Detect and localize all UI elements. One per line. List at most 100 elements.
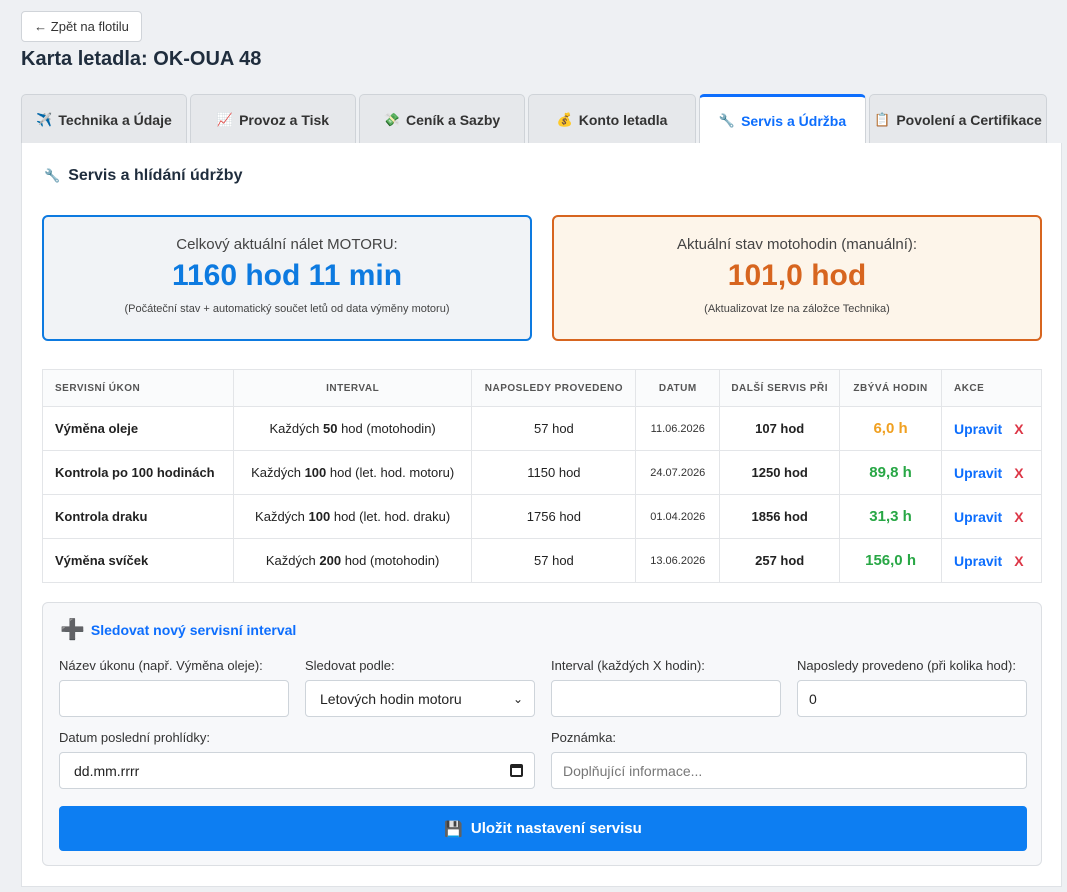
service-interval: Každých 50 hod (motohodin) <box>232 406 473 451</box>
service-remaining: 156,0 h <box>839 538 942 583</box>
table-row: Výměna oleje Každých 50 hod (motohodin) … <box>42 406 1043 451</box>
service-remaining: 6,0 h <box>839 406 942 451</box>
service-remaining: 89,8 h <box>839 450 942 495</box>
column-header: Interval <box>232 369 473 407</box>
servis-panel: 🔧 Servis a hlídání údržby Celkový aktuál… <box>21 143 1062 887</box>
name-field[interactable] <box>59 680 289 717</box>
delete-link[interactable]: X <box>1014 509 1023 525</box>
tab-provoz[interactable]: 📈 Provoz a Tisk <box>190 94 356 144</box>
back-to-fleet-button[interactable]: ← Zpět na flotilu <box>21 11 142 42</box>
service-name: Kontrola draku <box>42 494 234 539</box>
motohours-label: Aktuální stav motohodin (manuální): <box>676 236 918 253</box>
date-label: Datum poslední prohlídky: <box>59 730 211 745</box>
service-last: 57 hod <box>471 538 637 583</box>
tab-servis[interactable]: 🔧 Servis a Údržba <box>699 94 866 145</box>
service-next: 1856 hod <box>719 494 841 539</box>
money-icon: 💸 <box>383 111 401 127</box>
edit-link[interactable]: Upravit <box>954 553 1002 569</box>
tab-label: Provoz a Tisk <box>239 111 330 128</box>
note-label: Poznámka: <box>551 730 617 745</box>
name-label: Název úkonu (např. Výměna oleje): <box>59 658 263 673</box>
delete-link[interactable]: X <box>1014 421 1023 437</box>
service-name: Výměna oleje <box>42 406 234 451</box>
service-interval: Každých 100 hod (let. hod. draku) <box>232 494 473 539</box>
table-row: Kontrola po 100 hodinách Každých 100 hod… <box>42 450 1043 495</box>
tab-label: Konto letadla <box>578 111 668 128</box>
table-header-row: Servisní úkon Interval Naposledy provede… <box>42 369 1043 407</box>
service-interval: Každých 200 hod (motohodin) <box>232 538 473 583</box>
tab-label: Ceník a Sazby <box>406 111 501 128</box>
tab-technika[interactable]: ✈️ Technika a Údaje <box>21 94 187 144</box>
tab-bar: ✈️ Technika a Údaje 📈 Provoz a Tisk 💸 Ce… <box>21 94 1062 145</box>
table-row: Kontrola draku Každých 100 hod (let. hod… <box>42 494 1043 539</box>
page-title: Karta letadla: OK-OUA 48 <box>21 48 262 70</box>
section-title-text: Servis a hlídání údržby <box>68 167 243 184</box>
column-header: Zbývá hodin <box>839 369 942 407</box>
motohours-note: (Aktualizovat lze na záložce Technika) <box>704 303 890 315</box>
service-next: 107 hod <box>719 406 841 451</box>
service-name: Výměna svíček <box>42 538 234 583</box>
tab-label: Technika a Údaje <box>58 111 172 128</box>
service-date: 13.06.2026 <box>635 538 721 583</box>
interval-label: Interval (každých X hodin): <box>551 658 705 673</box>
service-last: 1150 hod <box>471 450 637 495</box>
tab-label: Povolení a Certifikace <box>896 111 1042 128</box>
new-interval-form: ➕ Sledovat nový servisní interval Název … <box>42 602 1042 866</box>
chart-icon: 📈 <box>216 111 234 127</box>
service-interval: Každých 100 hod (let. hod. motoru) <box>232 450 473 495</box>
edit-link[interactable]: Upravit <box>954 421 1002 437</box>
service-last: 57 hod <box>471 406 637 451</box>
service-actions: Upravit X <box>940 494 1043 539</box>
service-remaining: 31,3 h <box>839 494 942 539</box>
track-label: Sledovat podle: <box>305 658 395 673</box>
floppy-disk-icon: 💾 <box>444 820 463 838</box>
service-next: 257 hod <box>719 538 841 583</box>
service-last: 1756 hod <box>471 494 637 539</box>
engine-hours-note: (Počáteční stav + automatický součet let… <box>124 303 450 315</box>
column-header: Datum <box>635 369 721 407</box>
money-bag-icon: 💰 <box>556 111 573 127</box>
tab-konto[interactable]: 💰 Konto letadla <box>528 94 696 144</box>
service-actions: Upravit X <box>940 450 1043 495</box>
tab-povoleni[interactable]: 📋 Povolení a Certifikace <box>869 94 1047 144</box>
save-service-button[interactable]: 💾 Uložit nastavení servisu <box>59 806 1027 851</box>
airplane-icon: ✈️ <box>36 111 53 127</box>
save-button-label: Uložit nastavení servisu <box>470 820 642 837</box>
service-name: Kontrola po 100 hodinách <box>42 450 234 495</box>
calendar-icon[interactable] <box>510 764 523 777</box>
edit-link[interactable]: Upravit <box>954 509 1002 525</box>
column-header: Další servis při <box>719 369 841 407</box>
service-table: Servisní úkon Interval Naposledy provede… <box>42 369 1043 583</box>
table-row: Výměna svíček Každých 200 hod (motohodin… <box>42 538 1043 583</box>
section-title: 🔧 Servis a hlídání údržby <box>44 167 242 185</box>
date-field-value: dd.mm.rrrr <box>74 762 140 779</box>
engine-hours-value: 1160 hod 11 min <box>171 259 403 292</box>
date-field[interactable]: dd.mm.rrrr <box>59 752 535 789</box>
interval-field[interactable] <box>551 680 781 717</box>
edit-link[interactable]: Upravit <box>954 465 1002 481</box>
service-next: 1250 hod <box>719 450 841 495</box>
last-done-label: Naposledy provedeno (při kolika hod): <box>797 658 1016 673</box>
engine-hours-card: Celkový aktuální nálet MOTORU: 1160 hod … <box>42 215 532 341</box>
tab-cenik[interactable]: 💸 Ceník a Sazby <box>359 94 525 144</box>
note-field[interactable]: Doplňující informace... <box>551 752 1027 789</box>
motohours-card: Aktuální stav motohodin (manuální): 101,… <box>552 215 1042 341</box>
service-actions: Upravit X <box>940 538 1043 583</box>
column-header: Akce <box>940 369 1043 407</box>
clipboard-icon: 📋 <box>874 111 891 127</box>
tab-label: Servis a Údržba <box>741 113 847 129</box>
delete-link[interactable]: X <box>1014 465 1023 481</box>
motohours-value: 101,0 hod <box>727 259 867 292</box>
delete-link[interactable]: X <box>1014 553 1023 569</box>
column-header: Naposledy provedeno <box>471 369 637 407</box>
service-date: 01.04.2026 <box>635 494 721 539</box>
column-header: Servisní úkon <box>42 369 234 407</box>
wrench-icon: 🔧 <box>718 113 736 128</box>
engine-hours-label: Celkový aktuální nálet MOTORU: <box>176 236 398 253</box>
track-select[interactable]: Letových hodin motoru ⌄ <box>305 680 535 717</box>
plus-icon: ➕ <box>60 619 85 641</box>
track-select-value: Letových hodin motoru <box>320 690 462 707</box>
form-title-text: Sledovat nový servisní interval <box>90 622 297 638</box>
service-date: 11.06.2026 <box>635 406 721 451</box>
last-done-field[interactable]: 0 <box>797 680 1027 717</box>
